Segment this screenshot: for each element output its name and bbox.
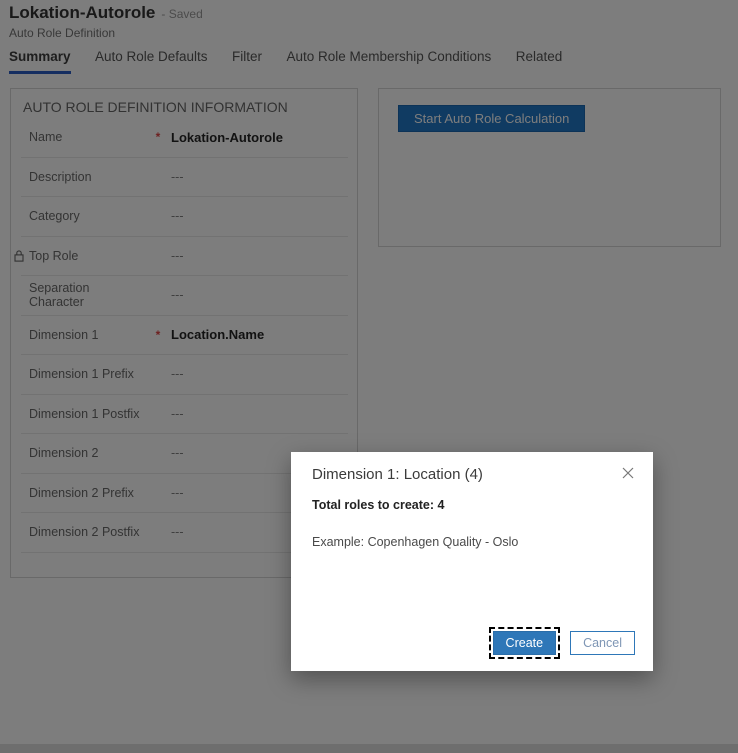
dialog-total-roles-text: Total roles to create: 4 (312, 498, 444, 512)
close-button[interactable] (617, 462, 639, 484)
cancel-button[interactable]: Cancel (570, 631, 635, 655)
dialog-buttons: Create Cancel (493, 631, 635, 655)
close-icon (622, 467, 634, 482)
dialog-example-text: Example: Copenhagen Quality - Oslo (312, 535, 518, 549)
create-button[interactable]: Create (493, 631, 557, 655)
dialog-title: Dimension 1: Location (4) (312, 466, 483, 483)
confirm-dialog: Dimension 1: Location (4) Total roles to… (291, 452, 653, 671)
